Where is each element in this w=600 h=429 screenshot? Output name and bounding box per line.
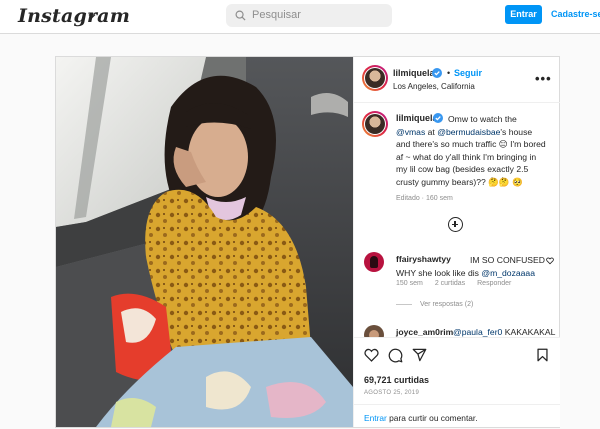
- post-username[interactable]: lilmiquela: [393, 68, 435, 78]
- share-icon[interactable]: [412, 348, 427, 362]
- top-navigation-bar: Instagram Pesquisar Entrar Cadastre-se: [0, 0, 600, 34]
- instagram-logo[interactable]: Instagram: [18, 5, 130, 27]
- view-replies-button[interactable]: Ver respostas (2): [396, 301, 473, 308]
- post-side-panel: lilmiquela • Seguir Los Angeles, Califor…: [353, 57, 560, 427]
- signup-link[interactable]: Cadastre-se: [551, 9, 600, 19]
- post-actions: 69,721 curtidas AGOSTO 25, 2019 Entrar p…: [354, 337, 560, 427]
- mention-link[interactable]: @bermudaisbae: [437, 127, 500, 137]
- like-heart-icon[interactable]: [364, 348, 379, 362]
- post-card: lilmiquela • Seguir Los Angeles, Califor…: [55, 56, 560, 428]
- avatar[interactable]: [362, 65, 388, 91]
- load-more-comments-icon[interactable]: [448, 217, 463, 232]
- like-count[interactable]: 69,721 curtidas: [364, 375, 429, 385]
- login-button[interactable]: Entrar: [505, 5, 542, 24]
- more-options-icon[interactable]: •••: [535, 71, 552, 86]
- search-input[interactable]: Pesquisar: [226, 4, 392, 27]
- post-header: lilmiquela • Seguir Los Angeles, Califor…: [354, 57, 560, 103]
- mention-link[interactable]: @m_dozaaaa: [481, 268, 535, 278]
- follow-button[interactable]: Seguir: [454, 68, 482, 78]
- comment-meta: 150 sem 2 curtidas Responder: [396, 280, 512, 287]
- separator-dot: •: [447, 68, 451, 78]
- login-link[interactable]: Entrar: [364, 413, 387, 423]
- post-photo[interactable]: [56, 57, 353, 427]
- comment-avatar[interactable]: [364, 252, 384, 272]
- mention-link[interactable]: @vmas: [396, 127, 425, 137]
- reply-button[interactable]: Responder: [477, 280, 511, 287]
- like-comment-icon[interactable]: [546, 257, 554, 265]
- comment-icon[interactable]: [388, 348, 403, 363]
- comment-likes[interactable]: 2 curtidas: [435, 280, 465, 287]
- login-to-comment: Entrar para curtir ou comentar.: [354, 404, 560, 428]
- post-image: [56, 57, 353, 427]
- verified-badge-icon: [432, 68, 442, 78]
- comment-text: IM SO CONFUSED WHY she look like dis @m_…: [396, 255, 545, 278]
- caption-text: Omw to watch the @vmas at @bermudaisbae'…: [396, 114, 546, 187]
- mention-link[interactable]: @paula_fer0: [453, 327, 502, 337]
- search-icon: [235, 10, 246, 21]
- caption-meta: Editado · 160 sem: [396, 195, 453, 202]
- bookmark-icon[interactable]: [536, 348, 549, 362]
- caption-avatar[interactable]: [362, 111, 388, 137]
- search-placeholder: Pesquisar: [252, 9, 301, 21]
- post-location[interactable]: Los Angeles, California: [393, 82, 475, 91]
- post-date[interactable]: AGOSTO 25, 2019: [364, 390, 419, 396]
- comment-text: @paula_fer0 KAKAKAKAL: [453, 327, 556, 337]
- chevron-down-icon[interactable]: [87, 11, 97, 21]
